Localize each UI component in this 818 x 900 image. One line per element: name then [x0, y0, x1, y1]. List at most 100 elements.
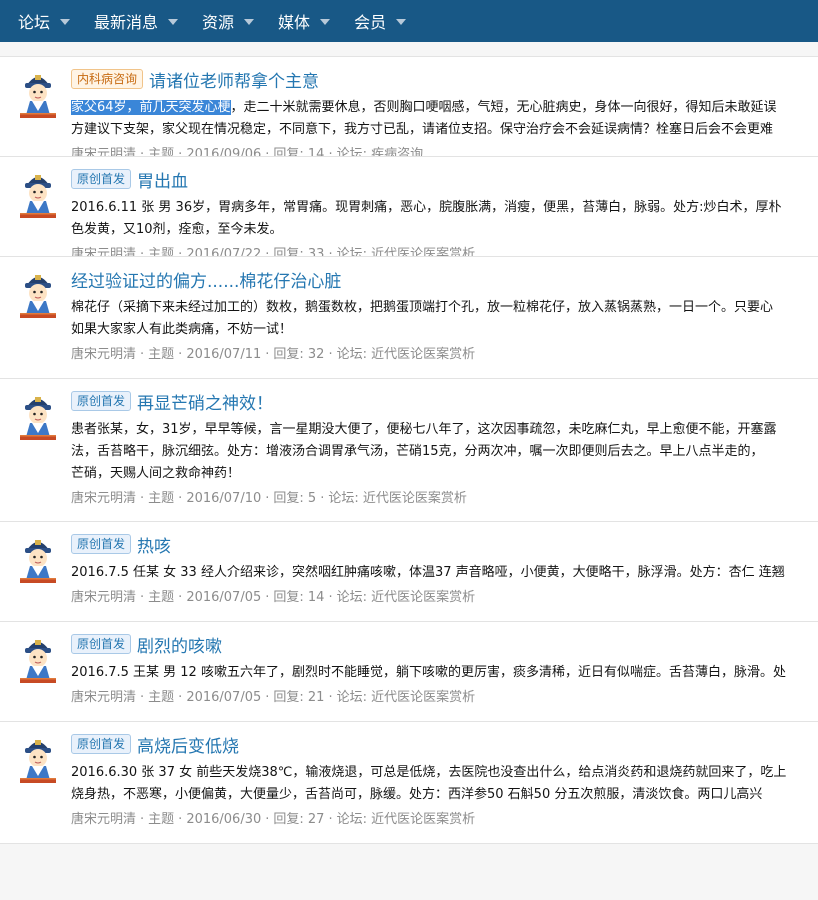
thread-author-link[interactable]: 唐宋元明清: [71, 812, 136, 827]
chevron-down-icon[interactable]: [60, 19, 71, 25]
thread-prefix-badge[interactable]: 原创首发: [71, 634, 132, 654]
nav-label: 会员: [354, 13, 387, 32]
meta-separator: ·: [140, 147, 145, 157]
thread-date: 2016/09/06: [186, 147, 262, 157]
thread-item[interactable]: 原创首发 剧烈的咳嗽 2016.7.5 王某 男 12 咳嗽五六年了，剧烈时不能睡觉…: [0, 622, 818, 722]
chevron-down-icon[interactable]: [396, 19, 407, 25]
thread-prefix-badge[interactable]: 原创首发: [71, 169, 132, 189]
snippet-line: 2016.7.5 任某 女 33 经人介绍来诊，突然咽红肿痛咳嗽，体温37 声音…: [71, 562, 818, 584]
meta-separator: ·: [140, 690, 145, 705]
thread-title-row: 原创首发 高烧后变低烧: [71, 732, 818, 757]
thread-meta: 唐宋元明清 · 主题 · 2016/07/22 · 回复: 33 · 论坛: 近代医论医案赏析: [71, 243, 476, 257]
avatar[interactable]: [18, 271, 58, 319]
thread-date: 2016/07/10: [186, 491, 262, 506]
thread-date: 2016/07/11: [186, 347, 262, 362]
snippet-line: 方建议下支架，家父现在情况稳定，不同意下，我方寸已乱，请诸位支招。保守治疗会不会…: [71, 119, 818, 141]
thread-author-link[interactable]: 唐宋元明清: [71, 690, 136, 705]
avatar[interactable]: [18, 736, 58, 784]
snippet-text: 法，舌苔略干，脉沉细弦。处方：增液汤合调胃承气汤，芒硝15克，分两次冲，嘱一次即…: [71, 444, 764, 459]
thread-type: 主题: [148, 690, 175, 705]
thread-forum-link[interactable]: 论坛: 近代医论医案赏析: [337, 347, 476, 362]
nav-resources[interactable]: 资源: [190, 0, 266, 42]
thread-title-row: 内科病咨询 请诸位老师帮拿个主意: [71, 67, 818, 92]
thread-snippet: 家父64岁，前几天突发心梗，走二十米就需要休息，否则胸口哽咽感，气短，无心脏病史…: [71, 97, 818, 141]
snippet-text: ，走二十米就需要休息，否则胸口哽咽感，气短，无心脏病史，身体一向很好，得知后未敢…: [230, 100, 777, 115]
meta-separator: ·: [328, 690, 333, 705]
meta-separator: ·: [265, 147, 270, 157]
meta-separator: ·: [140, 347, 145, 362]
meta-separator: ·: [328, 812, 333, 827]
thread-forum-link[interactable]: 论坛: 近代医论医案赏析: [337, 247, 476, 256]
thread-snippet: 2016.6.11 张 男 36岁，胃病多年，常胃痛。现胃刺痛，恶心，脘腹胀满，…: [71, 197, 818, 241]
snippet-text: 方建议下支架，家父现在情况稳定，不同意下，我方寸已乱，请诸位支招。保守治疗会不会…: [71, 122, 774, 137]
meta-separator: ·: [140, 812, 145, 827]
avatar[interactable]: [18, 71, 58, 119]
snippet-line: 2016.7.5 王某 男 12 咳嗽五六年了，剧烈时不能睡觉，躺下咳嗽的更厉害…: [71, 662, 818, 684]
snippet-line: 法，舌苔略干，脉沉细弦。处方：增液汤合调胃承气汤，芒硝15克，分两次冲，嘱一次即…: [71, 441, 818, 463]
nav-whats-new[interactable]: 最新消息: [82, 0, 190, 42]
thread-item[interactable]: 原创首发 胃出血 2016.6.11 张 男 36岁，胃病多年，常胃痛。现胃刺痛，恶…: [0, 157, 818, 257]
snippet-line: 烧身热，不恶寒，小便偏黄，大便量少，舌苔尚可，脉缓。处方：西洋参50 石斛50 …: [71, 784, 818, 806]
chevron-down-icon[interactable]: [168, 19, 179, 25]
thread-forum-link[interactable]: 论坛: 近代医论医案赏析: [337, 812, 476, 827]
thread-item[interactable]: 内科病咨询 请诸位老师帮拿个主意家父64岁，前几天突发心梗，走二十米就需要休息，否…: [0, 57, 818, 157]
nav-members[interactable]: 会员: [342, 0, 418, 42]
thread-item[interactable]: 原创首发 再显芒硝之神效！ 患者张某，女，31岁，早早等候，言一星期没大便了，便秘七…: [0, 379, 818, 522]
snippet-line: 芒硝，天赐人间之救命神药！: [71, 463, 818, 485]
chevron-down-icon[interactable]: [244, 19, 255, 25]
thread-author-link[interactable]: 唐宋元明清: [71, 590, 136, 605]
thread-item[interactable]: 原创首发 高烧后变低烧 2016.6.30 张 37 女 前些天发烧38℃，输液烧退…: [0, 722, 818, 844]
nav-media[interactable]: 媒体: [266, 0, 342, 42]
thread-item[interactable]: 原创首发 热咳 2016.7.5 任某 女 33 经人介绍来诊，突然咽红肿痛咳嗽，体…: [0, 522, 818, 622]
thread-forum-link[interactable]: 论坛: 近代医论医案赏析: [337, 590, 476, 605]
thread-prefix-badge[interactable]: 原创首发: [71, 391, 132, 411]
snippet-text: 2016.7.5 王某 男 12 咳嗽五六年了，剧烈时不能睡觉，躺下咳嗽的更厉害…: [71, 665, 786, 680]
search-results: 内科病咨询 请诸位老师帮拿个主意家父64岁，前几天突发心梗，走二十米就需要休息，否…: [0, 42, 818, 900]
snippet-line: 2016.6.30 张 37 女 前些天发烧38℃，输液烧退，可总是低烧，去医院…: [71, 762, 818, 784]
thread-title-link[interactable]: 请诸位老师帮拿个主意: [149, 67, 319, 92]
nav-forums[interactable]: 论坛: [6, 0, 82, 42]
meta-separator: ·: [178, 690, 183, 705]
snippet-line: 棉花仔（采摘下来未经过加工的）数枚，鹅蛋数枚，把鹅蛋顶端打个孔，放一粒棉花仔，放…: [71, 297, 818, 319]
thread-title-link[interactable]: 剧烈的咳嗽: [137, 632, 222, 657]
meta-separator: ·: [328, 147, 333, 157]
top-navbar: 论坛 最新消息 资源 媒体 会员: [0, 0, 818, 42]
thread-author-link[interactable]: 唐宋元明清: [71, 147, 136, 156]
thread-replies: 回复: 5: [273, 491, 317, 506]
thread-list: 内科病咨询 请诸位老师帮拿个主意家父64岁，前几天突发心梗，走二十米就需要休息，否…: [0, 56, 818, 844]
thread-forum-link[interactable]: 论坛: 疾病咨询: [337, 147, 424, 156]
meta-separator: ·: [178, 812, 183, 827]
thread-author-link[interactable]: 唐宋元明清: [71, 491, 136, 506]
thread-author-link[interactable]: 唐宋元明清: [71, 347, 136, 362]
thread-snippet: 2016.7.5 王某 男 12 咳嗽五六年了，剧烈时不能睡觉，躺下咳嗽的更厉害…: [71, 662, 818, 684]
thread-title-link[interactable]: 再显芒硝之神效！: [137, 389, 273, 414]
thread-title-link[interactable]: 经过验证过的偏方......棉花仔治心脏: [71, 267, 341, 292]
snippet-text: 2016.6.11 张 男 36岁，胃病多年，常胃痛。现胃刺痛，恶心，脘腹胀满，…: [71, 200, 782, 215]
nav-label: 最新消息: [94, 13, 159, 32]
thread-author-link[interactable]: 唐宋元明清: [71, 247, 136, 256]
thread-replies: 回复: 33: [273, 247, 325, 257]
snippet-text: 患者张某，女，31岁，早早等候，言一星期没大便了，便秘七八年了，这次因事疏忽，未…: [71, 422, 777, 437]
chevron-down-icon[interactable]: [320, 19, 331, 25]
snippet-text: 棉花仔（采摘下来未经过加工的）数枚，鹅蛋数枚，把鹅蛋顶端打个孔，放一粒棉花仔，放…: [71, 300, 774, 315]
thread-prefix-badge[interactable]: 原创首发: [71, 534, 132, 554]
avatar[interactable]: [18, 536, 58, 584]
thread-item[interactable]: 经过验证过的偏方......棉花仔治心脏棉花仔（采摘下来未经过加工的）数枚，鹅蛋…: [0, 257, 818, 379]
meta-separator: ·: [328, 247, 333, 257]
meta-separator: ·: [178, 491, 183, 506]
thread-forum-link[interactable]: 论坛: 近代医论医案赏析: [337, 690, 476, 705]
thread-forum-link[interactable]: 论坛: 近代医论医案赏析: [328, 491, 467, 506]
avatar[interactable]: [18, 393, 58, 441]
snippet-text: 色发黄，又10剂，痊愈，至今未发。: [71, 222, 283, 237]
thread-prefix-badge[interactable]: 内科病咨询: [71, 69, 144, 89]
meta-separator: ·: [328, 590, 333, 605]
thread-snippet: 患者张某，女，31岁，早早等候，言一星期没大便了，便秘七八年了，这次因事疏忽，未…: [71, 419, 818, 485]
avatar[interactable]: [18, 636, 58, 684]
thread-title-link[interactable]: 胃出血: [137, 167, 188, 192]
meta-separator: ·: [140, 491, 145, 506]
thread-replies: 回复: 14: [273, 590, 325, 605]
thread-title-link[interactable]: 高烧后变低烧: [137, 732, 239, 757]
thread-title-link[interactable]: 热咳: [137, 532, 171, 557]
avatar[interactable]: [18, 171, 58, 219]
thread-prefix-badge[interactable]: 原创首发: [71, 734, 132, 754]
